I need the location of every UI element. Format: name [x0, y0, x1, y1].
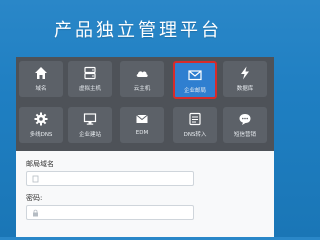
- password-input[interactable]: [26, 205, 194, 220]
- tile-multiline-dns[interactable]: 多线DNS: [19, 107, 63, 143]
- mail-icon: [188, 70, 202, 81]
- server-icon: [84, 66, 96, 80]
- tile-database[interactable]: 数据库: [223, 61, 267, 97]
- main-panel: 域名 虚拟主机 云主机 企业邮局 数据库 多线DNS 企业建站 EDM DNS转…: [16, 57, 274, 237]
- tile-dns-transfer[interactable]: DNS转入: [173, 107, 217, 143]
- mailbox-domain-label: 邮局域名: [26, 160, 54, 168]
- cloud-icon: [136, 71, 148, 77]
- lightning-icon: [241, 66, 249, 80]
- tile-label: 虚拟主机: [78, 86, 101, 92]
- header: 产品独立管理平台: [0, 0, 276, 58]
- login-form: 邮局域名 密码:: [16, 151, 274, 237]
- password-label: 密码:: [26, 194, 43, 202]
- mailbox-domain-input[interactable]: [26, 171, 194, 186]
- tile-label: 多线DNS: [29, 132, 53, 138]
- tile-label: 企业邮局: [183, 88, 206, 94]
- edm-mail-icon: [136, 114, 148, 123]
- page-title: 产品独立管理平台: [54, 20, 222, 41]
- tile-label: 企业建站: [78, 132, 101, 138]
- tile-label: DNS转入: [183, 132, 207, 138]
- tile-virtual-host[interactable]: 虚拟主机: [68, 61, 112, 97]
- gear-icon: [34, 112, 48, 126]
- tile-edm[interactable]: EDM: [120, 107, 164, 143]
- tile-cloud-host[interactable]: 云主机: [120, 61, 164, 97]
- tile-label: 数据库: [236, 86, 254, 92]
- domain-field-icon: [32, 175, 39, 183]
- monitor-icon: [83, 113, 97, 125]
- tile-sms-marketing[interactable]: 短信营销: [223, 107, 267, 143]
- tile-label: EDM: [135, 130, 149, 136]
- tile-enterprise-mail[interactable]: 企业邮局: [173, 61, 217, 99]
- home-icon: [35, 67, 47, 79]
- chat-icon: [239, 114, 251, 125]
- tile-domain[interactable]: 域名: [19, 61, 63, 97]
- tile-label: 短信营销: [233, 132, 256, 138]
- tile-label: 云主机: [133, 86, 151, 92]
- tile-label: 域名: [35, 86, 47, 92]
- product-grid: 域名 虚拟主机 云主机 企业邮局 数据库 多线DNS 企业建站 EDM DNS转…: [16, 57, 274, 151]
- lock-icon: [33, 209, 38, 217]
- tile-site-builder[interactable]: 企业建站: [68, 107, 112, 143]
- dns-transfer-icon: [189, 112, 201, 126]
